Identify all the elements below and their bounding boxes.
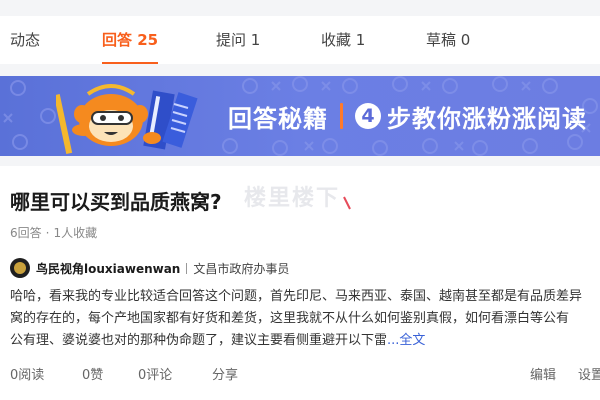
favorites-count: 1人收藏 xyxy=(53,226,98,240)
answer-line: 哈哈，看来我的专业比较适合回答这个问题，首先印尼、马来西亚、泰国、越南甚至都是有… xyxy=(10,289,583,304)
answer-line-text: 公有理、婆说婆也对的那种伪命题了，建议主要看侧重避开以下雷 xyxy=(10,333,388,348)
tab-answers[interactable]: 回答 25 xyxy=(102,16,159,64)
tab-answers-label: 回答 25 xyxy=(102,31,159,49)
answer-line: 窝的存在的，每个产地国家都有好货和差货，这里我就不从什么如何鉴别真假，如何看漂白… xyxy=(10,311,570,326)
question-title[interactable]: 哪里可以买到品质燕窝? xyxy=(10,186,222,215)
active-tab-indicator xyxy=(102,62,159,64)
banner-text-primary: 回答秘籍 xyxy=(228,104,328,133)
watermark-mark-icon xyxy=(343,196,351,210)
watermark: 楼里楼下 xyxy=(244,186,341,211)
read-count: 0阅读 xyxy=(10,368,45,383)
answer-card: 哪里可以买到品质燕窝? 楼里楼下 6回答 · 1人收藏 鸟民视角louxiawenw… xyxy=(0,166,600,400)
author-divider xyxy=(186,262,188,274)
answer-actions: 0阅读 0赞 0评论 分享 编辑 设置 xyxy=(0,364,600,384)
author-row: 鸟民视角louxiawenwan 文昌市政府办事员 xyxy=(10,258,289,278)
tab-questions[interactable]: 提问 1 xyxy=(216,16,260,64)
banner-headline: 回答秘籍 4 步教你涨粉涨阅读 xyxy=(228,96,587,136)
edit-button[interactable]: 编辑 xyxy=(530,364,556,383)
meta-dot: · xyxy=(45,226,50,240)
profile-tabs: 动态 回答 25 提问 1 收藏 1 草稿 0 xyxy=(0,16,600,64)
banner-text-secondary: 步教你涨粉涨阅读 xyxy=(387,104,587,133)
tab-drafts[interactable]: 草稿 0 xyxy=(426,16,470,64)
avatar[interactable] xyxy=(10,258,30,278)
author-title: 文昌市政府办事员 xyxy=(193,261,290,276)
author-name[interactable]: 鸟民视角louxiawenwan xyxy=(36,260,180,277)
monkey-mascot-icon xyxy=(56,84,198,154)
share-button[interactable]: 分享 xyxy=(212,364,238,383)
answers-count: 6回答 xyxy=(10,226,42,240)
answer-tips-banner[interactable]: 回答秘籍 4 步教你涨粉涨阅读 xyxy=(0,76,600,156)
answer-excerpt[interactable]: 哈哈，看来我的专业比较适合回答这个问题，首先印尼、马来西亚、泰国、越南甚至都是有… xyxy=(10,286,600,352)
read-full-link[interactable]: ...全文 xyxy=(387,333,425,348)
banner-step-number: 4 xyxy=(355,103,381,129)
tab-dynamic[interactable]: 动态 xyxy=(10,16,40,64)
like-button[interactable]: 0赞 xyxy=(82,364,103,383)
banner-separator xyxy=(340,103,343,129)
settings-button[interactable]: 设置 xyxy=(578,364,600,383)
tab-favorites[interactable]: 收藏 1 xyxy=(321,16,365,64)
page: 动态 回答 25 提问 1 收藏 1 草稿 0 回答秘籍 4 步教你涨粉涨阅读 … xyxy=(0,0,600,400)
comment-button[interactable]: 0评论 xyxy=(138,364,172,383)
answer-line: 公有理、婆说婆也对的那种伪命题了，建议主要看侧重避开以下雷...全文 xyxy=(10,330,600,352)
question-meta: 6回答 · 1人收藏 xyxy=(10,224,97,241)
avatar-emblem-icon xyxy=(14,262,26,274)
